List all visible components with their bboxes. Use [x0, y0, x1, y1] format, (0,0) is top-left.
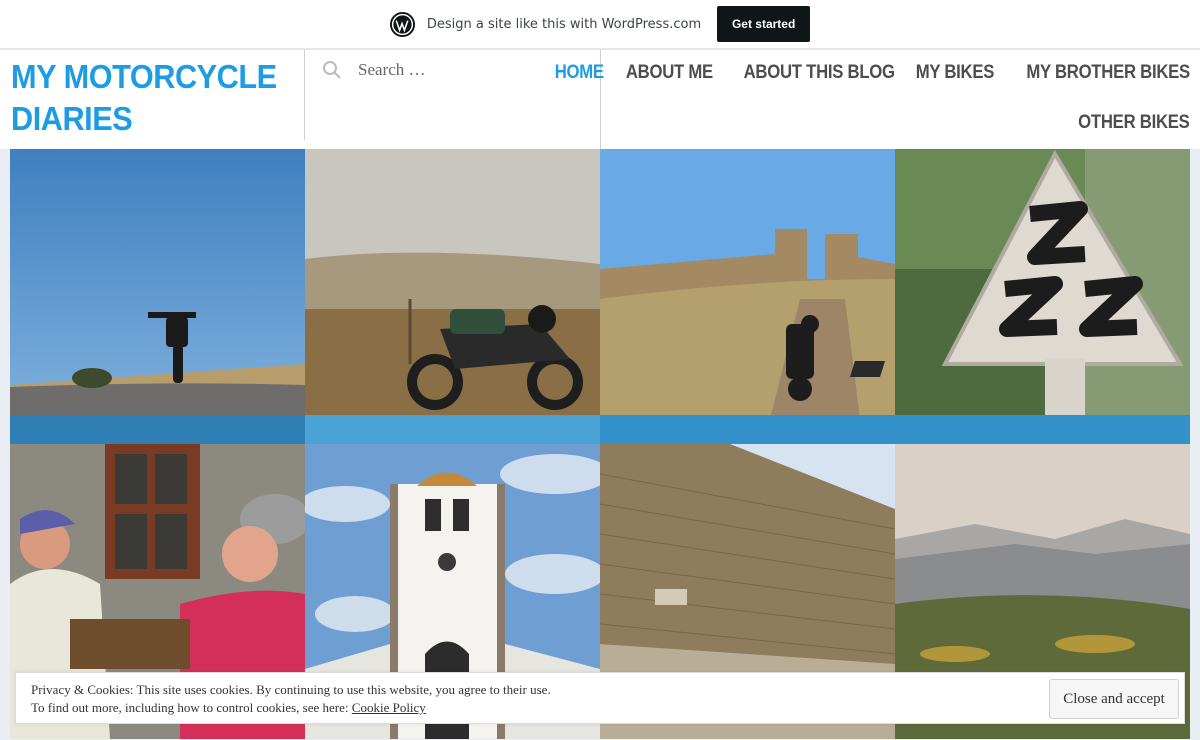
search-icon[interactable]	[322, 60, 342, 80]
cookie-notice: Privacy & Cookies: This site uses cookie…	[15, 672, 1185, 724]
main-navigation: HOME ABOUT ME ABOUT THIS BLOG MY BIKES M…	[555, 62, 1191, 162]
nav-item-home[interactable]: HOME	[555, 62, 604, 84]
gallery-tile[interactable]	[10, 149, 305, 444]
site-header: MY MOTORCYCLE DIARIES HOME ABOUT ME ABOU…	[0, 50, 1200, 149]
close-and-accept-button[interactable]: Close and accept	[1049, 679, 1179, 719]
nav-item-about-me[interactable]: ABOUT ME	[626, 62, 713, 84]
photo-motorcycle-fog	[305, 149, 600, 444]
cookie-notice-text: Privacy & Cookies: This site uses cookie…	[31, 681, 551, 717]
wordpress-banner-text: Design a site like this with WordPress.c…	[426, 16, 702, 32]
header-divider	[304, 50, 305, 140]
nav-item-about-this-blog[interactable]: ABOUT THIS BLOG	[744, 62, 895, 84]
photo-motorcycle-road	[10, 149, 305, 444]
wordpress-banner: Design a site like this with WordPress.c…	[0, 0, 1200, 50]
gallery-tile[interactable]	[895, 149, 1190, 444]
search-form	[322, 60, 558, 80]
gallery-tile[interactable]	[600, 149, 895, 444]
nav-item-other-bikes[interactable]: OTHER BIKES	[1079, 112, 1191, 134]
site-title[interactable]: MY MOTORCYCLE DIARIES	[11, 56, 281, 140]
get-started-button[interactable]: Get started	[717, 6, 811, 42]
gallery-tile[interactable]	[305, 149, 600, 444]
cookie-notice-line: To find out more, including how to contr…	[31, 699, 551, 717]
nav-item-my-brother-bikes[interactable]: MY BROTHER BIKES	[1026, 62, 1190, 84]
cookie-policy-link[interactable]: Cookie Policy	[352, 700, 426, 715]
photo-zigzag-sign	[895, 149, 1190, 444]
cookie-notice-prefix: To find out more, including how to contr…	[31, 700, 352, 715]
cookie-notice-line: Privacy & Cookies: This site uses cookie…	[31, 682, 551, 697]
search-input[interactable]	[358, 60, 558, 80]
nav-item-my-bikes[interactable]: MY BIKES	[916, 62, 995, 84]
photo-motorcycle-castle	[600, 149, 895, 444]
wordpress-logo-icon[interactable]	[389, 11, 415, 37]
